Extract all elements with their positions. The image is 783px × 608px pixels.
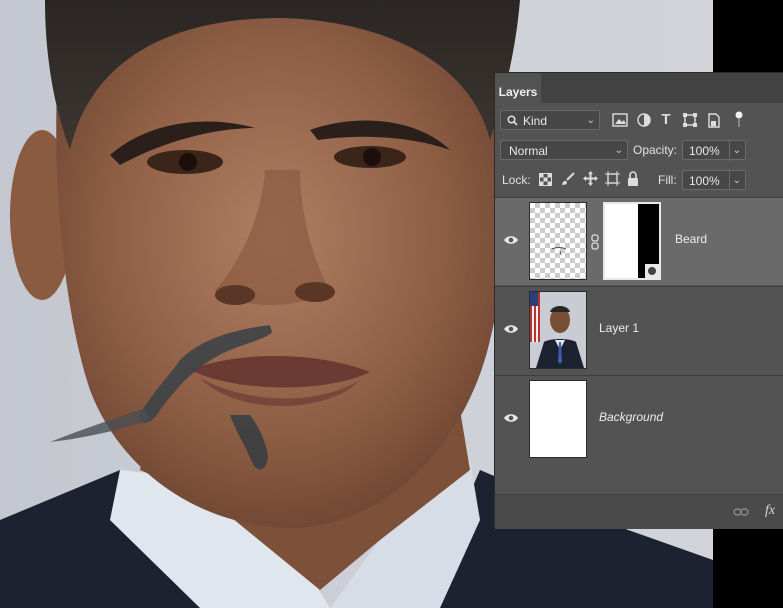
mask-badge-icon [645,264,659,278]
fill-input[interactable]: 100% ⌄ [682,170,746,191]
lock-transparent-pixels-icon[interactable] [539,173,552,186]
panel-footer: fx [495,494,783,529]
layer-row-background[interactable]: Background [495,375,783,463]
layer-name[interactable]: Beard [675,232,707,246]
lock-label: Lock: [502,173,531,187]
blend-mode-value: Normal [509,144,548,158]
panel-tab-bar: Layers [495,73,783,103]
layer-thumbnail[interactable] [529,291,587,369]
layers-panel: Layers Kind ⌄ T Normal ⌄ Opacity: 100% ⌄… [494,72,783,529]
opacity-value: 100% [689,144,720,158]
layer-thumbnail[interactable] [529,380,587,458]
smart-object-filter-icon[interactable] [707,113,721,128]
opacity-label: Opacity: [633,143,678,157]
search-icon [507,115,518,126]
fx-button[interactable]: fx [765,503,775,519]
eye-icon[interactable] [503,234,519,246]
blend-mode-dropdown[interactable]: Normal ⌄ [500,140,628,160]
layer-thumbnail[interactable] [529,202,587,280]
layer-mask-thumbnail[interactable] [603,202,661,280]
chain-link-icon[interactable] [591,234,599,250]
filter-selected: Kind [523,114,548,128]
opacity-input[interactable]: 100% ⌄ [682,140,746,161]
fill-value: 100% [689,174,720,188]
layer-name[interactable]: Layer 1 [599,321,639,335]
fill-label: Fill: [658,173,677,187]
link-layers-icon[interactable] [733,507,749,517]
eye-icon[interactable] [503,323,519,335]
shape-layer-filter-icon[interactable] [683,113,697,127]
lock-artboard-icon[interactable] [605,171,620,186]
layers-list: Beard Layer 1 Background [495,197,783,465]
pixel-layer-filter-icon[interactable] [612,113,628,127]
lock-image-pixels-icon[interactable] [561,172,575,186]
chevron-down-icon: ⌄ [614,145,623,156]
lock-all-icon[interactable] [627,171,639,186]
beard-strokes-thumbnail [551,247,567,256]
layer-name[interactable]: Background [599,410,663,424]
eye-icon[interactable] [503,412,519,424]
chevron-down-icon[interactable]: ⌄ [728,171,741,191]
layer-row-beard[interactable]: Beard [495,197,783,285]
layer-filter-dropdown[interactable]: Kind ⌄ [500,110,600,130]
layer-row-layer-1[interactable]: Layer 1 [495,286,783,374]
chevron-down-icon: ⌄ [586,115,595,126]
filter-toggle-icon[interactable] [735,110,743,128]
chevron-down-icon[interactable]: ⌄ [728,141,741,161]
adjustment-layer-filter-icon[interactable] [637,113,651,127]
tab-layers[interactable]: Layers [495,73,541,103]
portrait-thumbnail [530,292,584,368]
type-layer-filter-icon[interactable]: T [659,112,673,128]
lock-position-icon[interactable] [583,171,598,186]
